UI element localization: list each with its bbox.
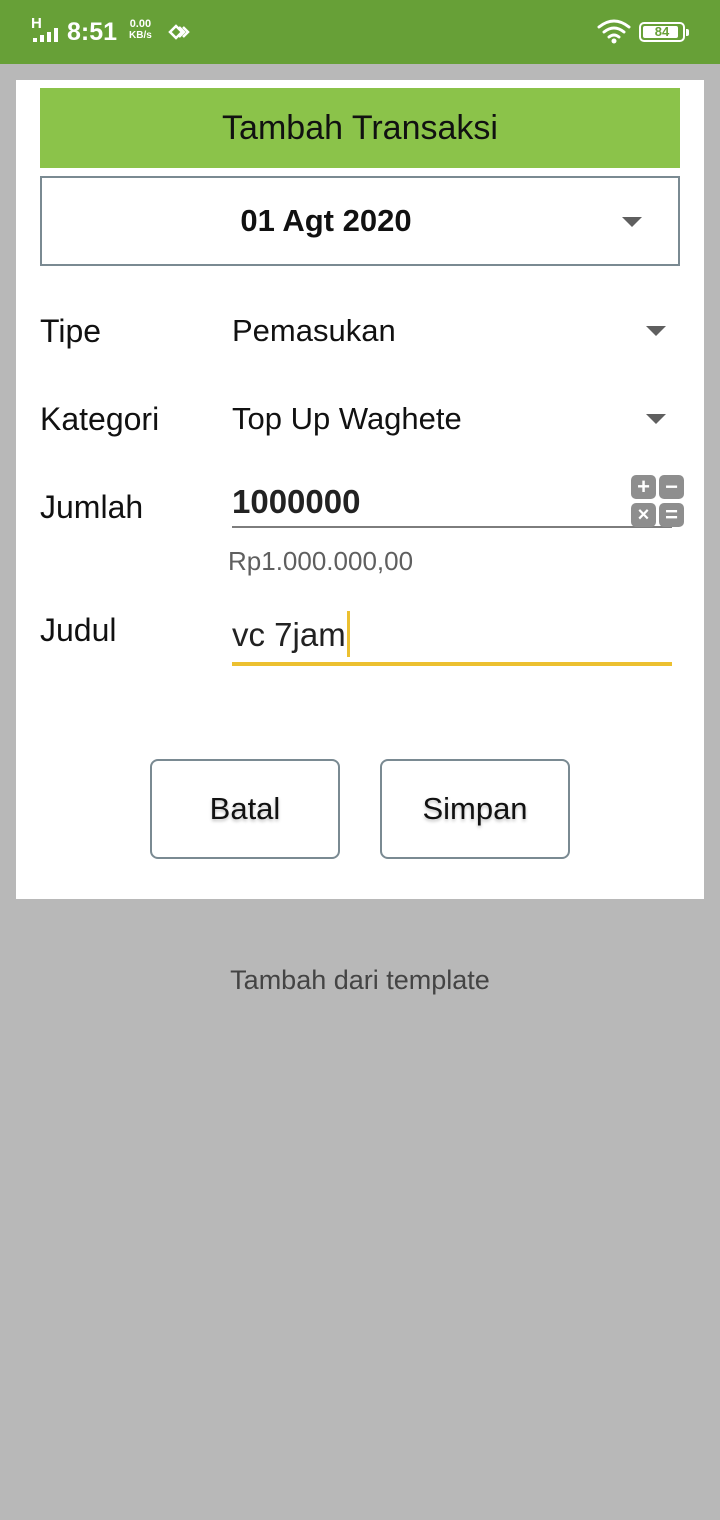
dialog-title: Tambah Transaksi [40,88,680,168]
battery-icon: 84 [639,22,689,42]
calc-minus-key: − [659,475,684,499]
calc-plus-key: + [631,475,656,499]
calc-multiply-key: × [631,503,656,527]
add-transaction-dialog: Tambah Transaksi 01 Agt 2020 Tipe Pemasu… [16,80,704,899]
category-spinner[interactable]: Top Up Waghete [232,399,462,439]
save-button[interactable]: Simpan [380,759,570,859]
type-spinner[interactable]: Pemasukan [232,311,396,351]
screen: H 8:51 0.00 KB/s 84 Tambah Transaksi 01 … [0,0,720,1520]
dropdown-arrow-icon [622,217,642,227]
type-dropdown-arrow-icon[interactable] [646,326,666,336]
network-speed-unit: KB/s [129,30,152,41]
title-input-value: vc 7jam [232,611,350,658]
network-speed: 0.00 KB/s [129,18,152,42]
amount-label: Jumlah [40,489,144,525]
signal-icon [33,28,61,42]
nfc-icon [168,24,190,40]
battery-level: 84 [654,24,670,39]
amount-formatted: Rp1.000.000,00 [228,546,414,576]
calc-equals-key: = [659,503,684,527]
status-bar: H 8:51 0.00 KB/s 84 [0,0,720,64]
date-picker[interactable]: 01 Agt 2020 [40,176,680,266]
title-label: Judul [40,612,117,648]
calculator-icon[interactable]: + − × = [631,475,685,527]
text-cursor [346,611,350,658]
category-label: Kategori [40,401,160,437]
amount-input[interactable]: 1000000 [232,478,672,528]
clock: 8:51 [67,18,118,46]
category-dropdown-arrow-icon[interactable] [646,414,666,424]
amount-value: 1000000 [232,483,361,520]
wifi-icon [597,19,631,44]
type-label: Tipe [40,313,102,349]
cancel-button[interactable]: Batal [150,759,340,859]
title-input[interactable]: vc 7jam [232,608,672,666]
add-from-template-link[interactable]: Tambah dari template [0,962,720,998]
date-value: 01 Agt 2020 [240,203,412,238]
network-speed-value: 0.00 [129,18,152,30]
